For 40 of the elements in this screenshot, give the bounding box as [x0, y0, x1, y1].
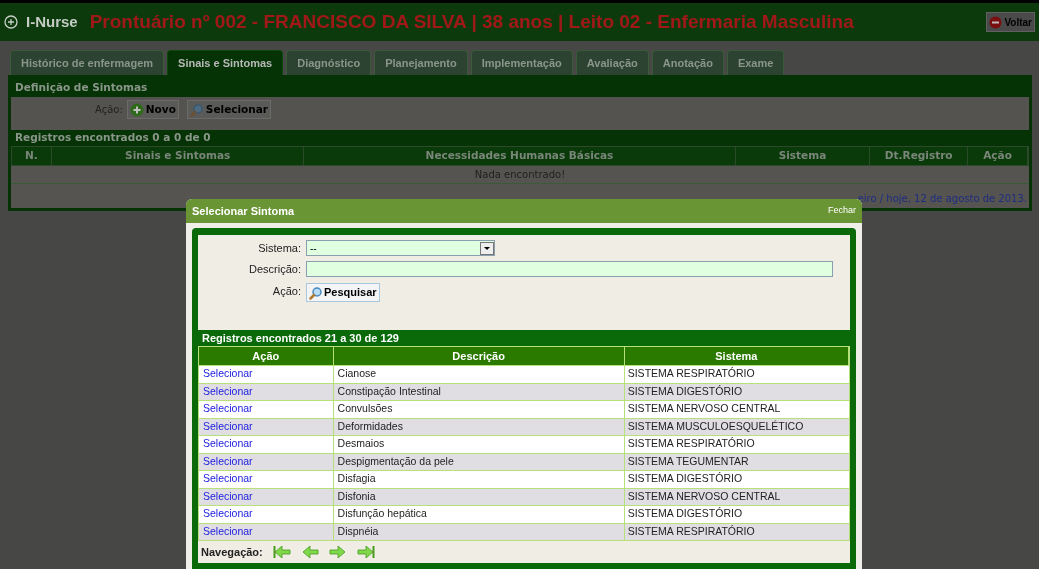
- column-header: Sinais e Sintomas: [51, 147, 305, 165]
- app-logo: I-Nurse: [26, 11, 78, 32]
- system-select[interactable]: --: [306, 240, 495, 257]
- action-label: Ação:: [271, 284, 301, 299]
- plus-icon: [129, 102, 144, 117]
- search-icon: [309, 285, 323, 300]
- previous-page-icon[interactable]: [300, 545, 319, 559]
- column-header: Dt.Registro: [870, 147, 969, 165]
- minus-icon: [989, 15, 1003, 29]
- column-header: Ação: [199, 347, 334, 365]
- field-label: Descrição:: [248, 261, 301, 277]
- close-button[interactable]: Fechar: [828, 204, 856, 218]
- column-header: Sistema: [624, 347, 849, 365]
- tab[interactable]: Anotação: [651, 50, 724, 75]
- records-summary: Registros encontrados 21 a 30 de 129: [201, 330, 400, 346]
- tab[interactable]: Diagnóstico: [286, 50, 372, 75]
- records-summary: Registros encontrados 0 a 0 de 0: [14, 130, 212, 146]
- patient-title: Prontuário nº 002 - FRANCISCO DA SILVA | 38 anos | Leito 02 - Enfermaria Masculina: [89, 9, 854, 34]
- column-header: Ação: [968, 147, 1028, 165]
- search-button[interactable]: Pesquisar: [306, 283, 380, 302]
- field-label: Sistema:: [257, 241, 301, 256]
- tab[interactable]: Avaliação: [575, 50, 649, 75]
- navigation-label: Navegação:: [201, 544, 263, 560]
- search-icon: [189, 102, 204, 117]
- plus-icon: [4, 15, 18, 29]
- next-page-icon[interactable]: [328, 545, 347, 559]
- description-field[interactable]: [306, 260, 833, 277]
- column-header: N.: [12, 147, 52, 165]
- tab[interactable]: Exame: [726, 50, 785, 75]
- tab[interactable]: Histórico de enfermagem: [10, 50, 165, 75]
- tab[interactable]: Planejamento: [374, 50, 468, 75]
- first-page-icon[interactable]: [272, 545, 291, 559]
- last-page-icon[interactable]: [356, 545, 375, 559]
- tab[interactable]: Implementação: [470, 50, 573, 75]
- column-header: Descrição: [333, 347, 625, 365]
- dialog-title: Selecionar Sintoma: [192, 203, 295, 219]
- tab[interactable]: Sinais e Sintomas: [167, 50, 284, 75]
- column-header: Necessidades Humanas Básicas: [304, 147, 736, 165]
- column-header: Sistema: [735, 147, 871, 165]
- section-title: Definição de Sintomas: [14, 80, 149, 96]
